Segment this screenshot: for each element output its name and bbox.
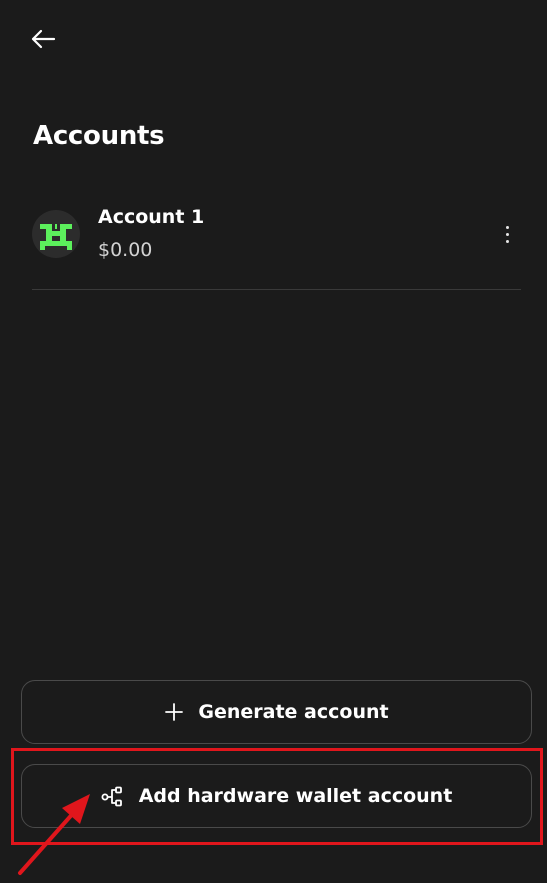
account-balance: $0.00 bbox=[98, 239, 153, 261]
avatar bbox=[32, 210, 80, 258]
add-hardware-wallet-button[interactable]: Add hardware wallet account bbox=[21, 764, 532, 828]
generate-account-label: Generate account bbox=[198, 701, 389, 723]
account-name: Account 1 bbox=[98, 206, 205, 228]
pixel-avatar-icon bbox=[40, 224, 72, 250]
more-vertical-icon bbox=[505, 225, 509, 229]
add-hardware-wallet-label: Add hardware wallet account bbox=[138, 785, 453, 807]
hardware-wallet-icon bbox=[101, 785, 125, 807]
more-options-button[interactable] bbox=[499, 220, 515, 248]
back-button[interactable] bbox=[26, 26, 60, 56]
page-title: Accounts bbox=[33, 121, 165, 151]
generate-account-button[interactable]: Generate account bbox=[21, 680, 532, 744]
plus-icon bbox=[164, 702, 184, 722]
arrow-left-icon bbox=[30, 29, 56, 53]
account-row[interactable]: Account 1 $0.00 bbox=[32, 196, 521, 290]
